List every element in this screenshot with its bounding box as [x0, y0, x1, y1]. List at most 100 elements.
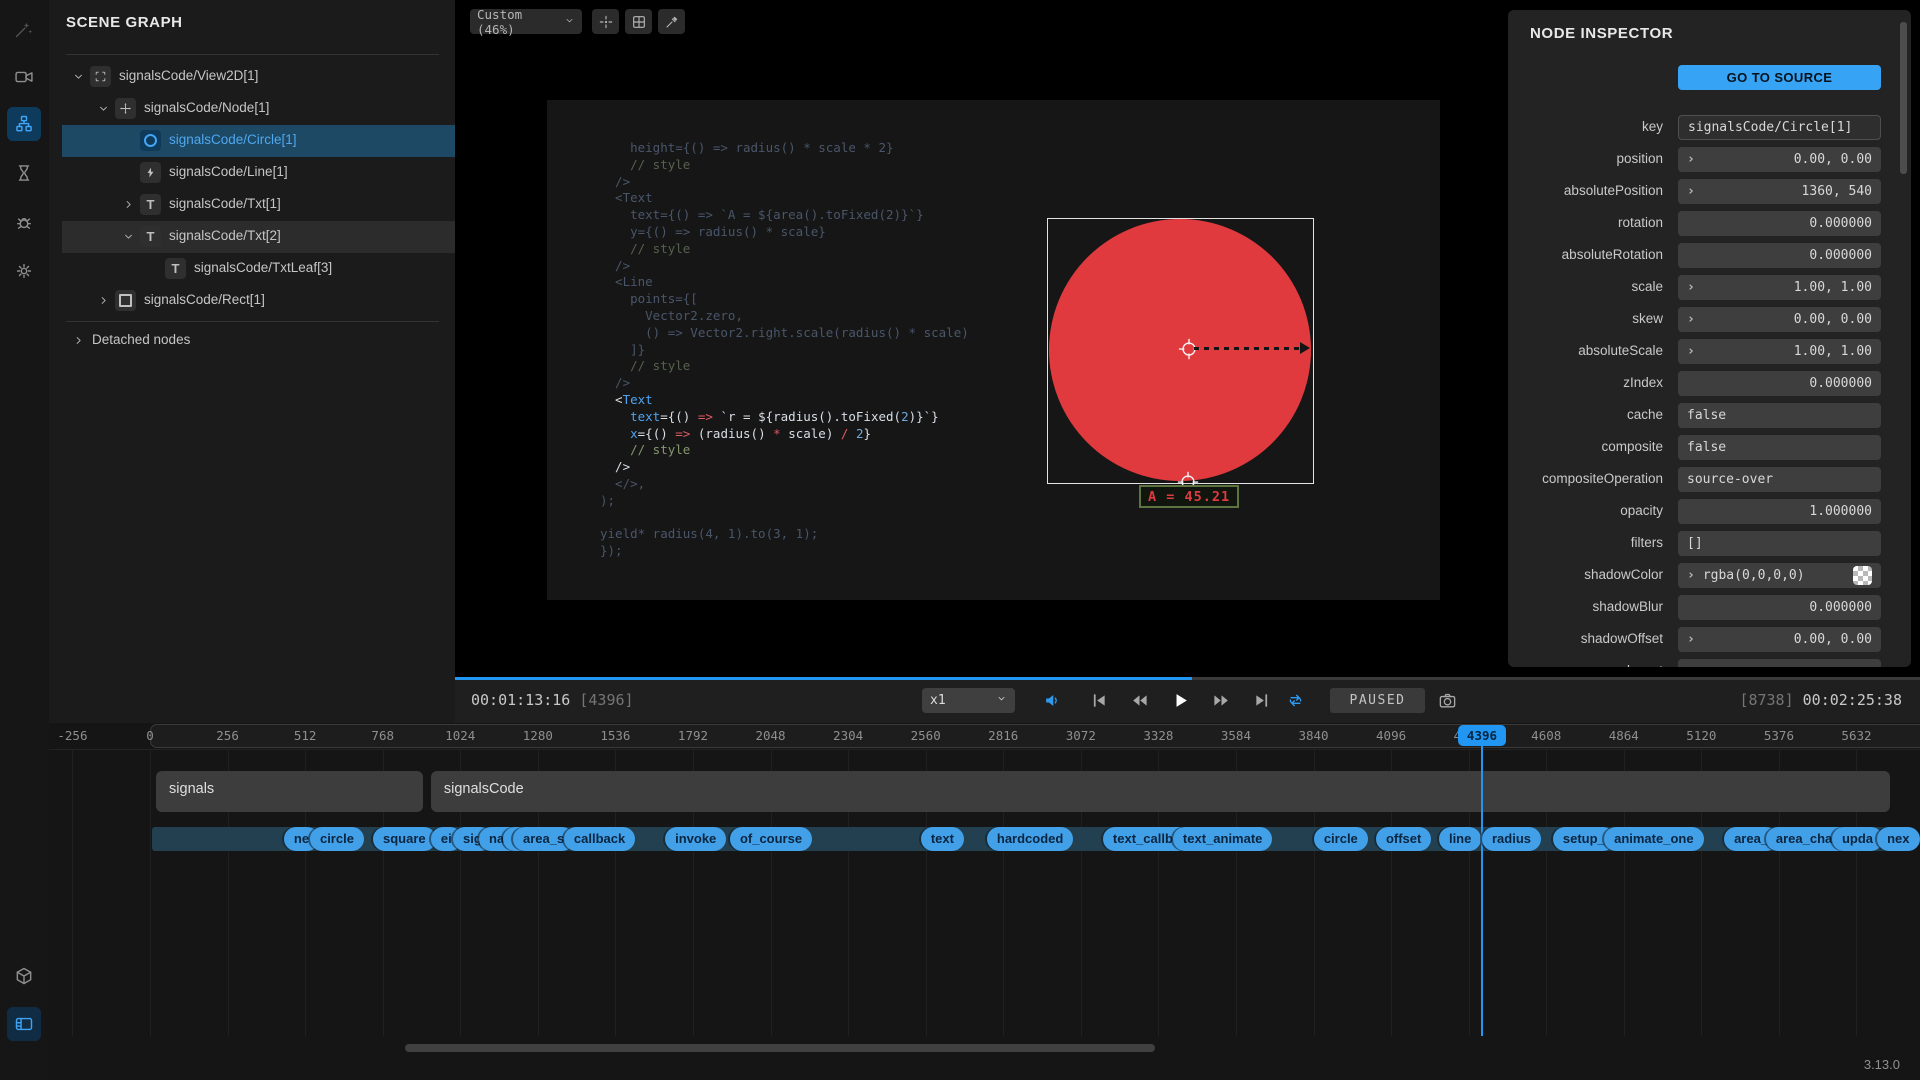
chevron-right-icon[interactable] — [122, 198, 136, 212]
go-to-source-button[interactable]: GO TO SOURCE — [1678, 65, 1881, 90]
timeline-event[interactable]: circle — [310, 827, 364, 851]
scene-graph-node[interactable]: signalsCode/Node[1] — [62, 93, 455, 125]
skip-end-button[interactable] — [1247, 687, 1275, 713]
field-value-opacity[interactable]: 1.000000 — [1678, 499, 1881, 524]
chevron-down-icon — [564, 15, 575, 26]
scene-graph-node[interactable]: signalsCode/Circle[1] — [62, 125, 455, 157]
eyedropper-button[interactable] — [658, 9, 685, 34]
zoom-select[interactable]: Custom (46%) — [470, 9, 582, 34]
playback-range[interactable] — [150, 724, 1920, 748]
field-value-layout[interactable] — [1678, 659, 1881, 667]
timeline-event[interactable]: text — [921, 827, 964, 851]
center-view-button[interactable] — [592, 9, 619, 34]
field-value-key[interactable]: signalsCode/Circle[1] — [1678, 115, 1881, 140]
wand-tool-button[interactable] — [7, 12, 41, 46]
volume-button[interactable] — [1038, 687, 1066, 713]
field-value-filters[interactable]: [] — [1678, 531, 1881, 556]
detached-nodes-label: Detached nodes — [92, 332, 190, 347]
field-value-composite[interactable]: false — [1678, 435, 1881, 460]
playback-speed-select[interactable]: x1 — [922, 688, 1015, 713]
chevron-right-icon[interactable] — [97, 294, 111, 308]
grid-toggle-button[interactable] — [625, 9, 652, 34]
scene-tree-tool-button[interactable] — [7, 107, 41, 141]
code-line: // style — [600, 241, 969, 258]
field-value-absolutePosition[interactable]: ›1360, 540 — [1678, 179, 1881, 204]
field-value-rotation[interactable]: 0.000000 — [1678, 211, 1881, 236]
timeline-event[interactable]: radius — [1482, 827, 1541, 851]
detached-nodes-toggle[interactable]: Detached nodes — [62, 325, 455, 357]
skip-start-button[interactable] — [1085, 687, 1113, 713]
code-line — [600, 510, 969, 527]
progress-track[interactable] — [455, 677, 1920, 680]
scene-graph-node[interactable]: TsignalsCode/Txt[2] — [62, 221, 455, 253]
color-swatch[interactable] — [1853, 566, 1872, 585]
timeline-event[interactable]: callback — [564, 827, 635, 851]
timeline-event[interactable]: nex — [1877, 827, 1919, 851]
chevron-right-icon — [72, 334, 85, 347]
timeline-event[interactable]: invoke — [665, 827, 726, 851]
timeline-event[interactable]: of_course — [730, 827, 812, 851]
expand-chevron-icon[interactable]: › — [1687, 280, 1695, 295]
fast-forward-button[interactable] — [1207, 687, 1235, 713]
inspector-field-cache: cachefalse — [1508, 402, 1911, 434]
timeline-event[interactable]: line — [1439, 827, 1481, 851]
expand-chevron-icon[interactable]: › — [1687, 312, 1695, 327]
hourglass-tool-button[interactable] — [7, 156, 41, 190]
expand-chevron-icon[interactable]: › — [1687, 632, 1695, 647]
timeline-event[interactable]: animate_one — [1604, 827, 1703, 851]
gear-tool-button[interactable] — [7, 254, 41, 288]
timeline-event[interactable]: offset — [1376, 827, 1431, 851]
scene-graph-node[interactable]: signalsCode/Line[1] — [62, 157, 455, 189]
field-value-absoluteRotation[interactable]: 0.000000 — [1678, 243, 1881, 268]
expand-chevron-icon[interactable]: › — [1687, 344, 1695, 359]
timeline-event[interactable]: square — [373, 827, 436, 851]
loop-button[interactable] — [1281, 687, 1309, 713]
scene-graph-node[interactable]: TsignalsCode/TxtLeaf[3] — [62, 253, 455, 285]
expand-chevron-icon[interactable]: › — [1687, 568, 1695, 583]
field-value-shadowBlur[interactable]: 0.000000 — [1678, 595, 1881, 620]
playhead-badge[interactable]: 4396 — [1458, 725, 1506, 746]
field-value-shadowColor[interactable]: ›rgba(0,0,0,0) — [1678, 563, 1881, 588]
field-value-skew[interactable]: ›0.00, 0.00 — [1678, 307, 1881, 332]
timeline[interactable]: -256025651276810241280153617922048230425… — [49, 723, 1920, 1080]
chevron-right-icon[interactable] — [72, 334, 86, 348]
chevron-down-icon[interactable] — [97, 102, 111, 116]
bug-tool-button[interactable] — [7, 205, 41, 239]
field-value-scale[interactable]: ›1.00, 1.00 — [1678, 275, 1881, 300]
expand-chevron-icon[interactable]: › — [1687, 184, 1695, 199]
screenshot-button[interactable] — [1433, 687, 1461, 713]
line-icon — [144, 166, 157, 179]
scene-bar-signalsCode[interactable]: signalsCode — [431, 771, 1890, 812]
field-value-zIndex[interactable]: 0.000000 — [1678, 371, 1881, 396]
scene-graph-node[interactable]: signalsCode/View2D[1] — [62, 61, 455, 93]
scene-graph-node[interactable]: signalsCode/Rect[1] — [62, 285, 455, 317]
play-button[interactable] — [1166, 687, 1194, 713]
field-value-shadowOffset[interactable]: ›0.00, 0.00 — [1678, 627, 1881, 652]
version-label: 3.13.0 — [1864, 1057, 1900, 1072]
cube-tool-button[interactable] — [7, 959, 41, 993]
chevron-down-icon[interactable] — [122, 230, 136, 244]
chevron-down-icon[interactable] — [72, 70, 86, 84]
timeline-event[interactable]: circle — [1314, 827, 1368, 851]
field-value-compositeOperation[interactable]: source-over — [1678, 467, 1881, 492]
playhead-line[interactable] — [1481, 746, 1483, 1036]
render-area[interactable]: height={() => radius() * scale * 2} // s… — [547, 100, 1440, 600]
film-tool-button[interactable] — [7, 1007, 41, 1041]
field-value-position[interactable]: ›0.00, 0.00 — [1678, 147, 1881, 172]
timeline-event[interactable]: hardcoded — [987, 827, 1073, 851]
field-value-cache[interactable]: false — [1678, 403, 1881, 428]
rewind-button[interactable] — [1125, 687, 1153, 713]
camera-tool-button[interactable] — [7, 60, 41, 94]
timeline-scrollbar[interactable] — [405, 1044, 1155, 1052]
inspector-scrollbar[interactable] — [1900, 22, 1907, 174]
scene-graph-node[interactable]: TsignalsCode/Txt[1] — [62, 189, 455, 221]
scene-bar-signals[interactable]: signals — [156, 771, 423, 812]
divider — [66, 321, 439, 322]
timeline-event[interactable]: upda — [1832, 827, 1883, 851]
field-label: zIndex — [1508, 375, 1663, 390]
field-value-absoluteScale[interactable]: ›1.00, 1.00 — [1678, 339, 1881, 364]
total-frame: [8738] — [1739, 691, 1793, 709]
expand-chevron-icon[interactable]: › — [1687, 152, 1695, 167]
timeline-event[interactable]: text_animate — [1173, 827, 1272, 851]
code-line: Vector2.zero, — [600, 308, 969, 325]
